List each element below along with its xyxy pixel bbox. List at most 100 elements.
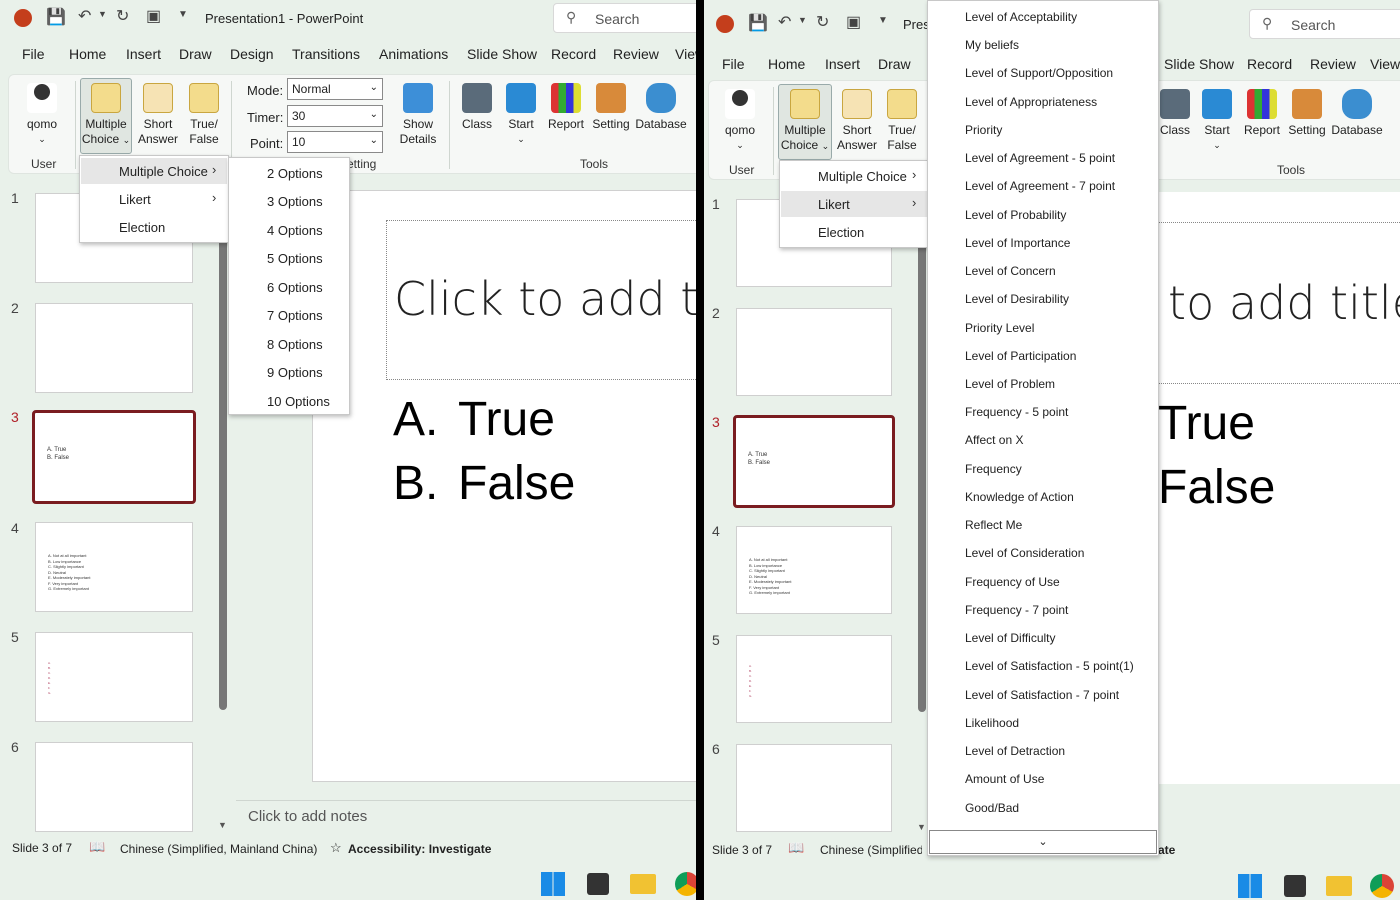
start-button[interactable]: Start ⌄	[1199, 89, 1235, 153]
menu-item-likert-scale[interactable]: Level of Satisfaction - 7 point	[965, 688, 1119, 702]
search-box[interactable]: ⚲ Search	[1249, 9, 1400, 39]
menu-item-multiple-choice[interactable]: Multiple Choice	[818, 169, 907, 184]
multiple-choice-button[interactable]: Multiple Choice ⌄	[778, 84, 832, 160]
menu-item-likert-scale[interactable]: Level of Satisfaction - 5 point(1)	[965, 659, 1134, 673]
menu-item-likert-scale[interactable]: Frequency - 5 point	[965, 405, 1068, 419]
thumbnail-scrollbar[interactable]	[219, 190, 227, 710]
start-button[interactable]: Start ⌄	[503, 83, 539, 147]
undo-dropdown-icon[interactable]: ▼	[798, 15, 807, 25]
spelling-icon[interactable]: 📖	[89, 839, 105, 855]
windows-start-icon[interactable]	[541, 872, 565, 896]
terminal-icon[interactable]	[1284, 875, 1306, 897]
present-icon[interactable]: ▣	[146, 6, 161, 26]
menu-item-option[interactable]: 3 Options	[267, 194, 323, 209]
tab-review[interactable]: Review	[613, 46, 659, 62]
menu-item-option[interactable]: 2 Options	[267, 166, 323, 181]
tab-record[interactable]: Record	[551, 46, 596, 62]
menu-item-likert-scale[interactable]: Level of Problem	[965, 377, 1055, 391]
windows-start-icon[interactable]	[1238, 874, 1262, 898]
tab-home[interactable]: Home	[69, 46, 106, 62]
mode-select[interactable]: Normal ⌄	[287, 78, 383, 100]
show-details-button[interactable]: Show Details	[393, 83, 443, 147]
true-false-button[interactable]: True/ False	[881, 89, 923, 153]
tab-insert[interactable]: Insert	[126, 46, 161, 62]
menu-item-likert-scale[interactable]: Level of Difficulty	[965, 631, 1056, 645]
chrome-icon[interactable]	[675, 872, 696, 896]
tab-draw[interactable]: Draw	[878, 56, 911, 72]
menu-item-option[interactable]: 8 Options	[267, 337, 323, 352]
slide-thumbnail-5[interactable]: A. B. C. D. E. F. G.	[35, 632, 193, 722]
customize-qat-icon[interactable]: ▼	[878, 15, 888, 26]
short-answer-button[interactable]: Short Answer	[835, 89, 879, 153]
menu-item-likert-scale[interactable]: Level of Desirability	[965, 292, 1069, 306]
menu-item-likert-scale[interactable]: Frequency of Use	[965, 575, 1060, 589]
menu-item-likert[interactable]: Likert	[119, 192, 151, 207]
slide-thumbnail-5[interactable]: A. B. C. D. E. F. G.	[736, 635, 892, 723]
menu-item-likert-scale[interactable]: My beliefs	[965, 38, 1019, 52]
slide-thumbnail-4[interactable]: A. Not at all important B. Low importanc…	[736, 526, 892, 614]
short-answer-button[interactable]: Short Answer	[136, 83, 180, 147]
tab-draw[interactable]: Draw	[179, 46, 212, 62]
point-select[interactable]: 10 ⌄	[287, 131, 383, 153]
slide-thumbnail-6[interactable]	[736, 744, 892, 832]
folder-icon[interactable]	[630, 874, 656, 894]
menu-item-election[interactable]: Election	[818, 225, 864, 240]
menu-item-multiple-choice[interactable]: Multiple Choice	[81, 158, 227, 184]
menu-item-likert-scale[interactable]: Amount of Use	[965, 772, 1044, 786]
undo-icon[interactable]: ↶	[778, 12, 791, 32]
slide-thumbnail-3[interactable]: A. True B. False	[733, 415, 895, 508]
save-icon[interactable]: 💾	[748, 13, 768, 33]
menu-item-option[interactable]: 9 Options	[267, 365, 323, 380]
thumbnail-scrollbar[interactable]	[918, 196, 926, 712]
menu-item-option[interactable]: 10 Options	[267, 394, 330, 409]
menu-item-likert-scale[interactable]: Reflect Me	[965, 518, 1022, 532]
menu-item-likert-scale[interactable]: Level of Agreement - 5 point	[965, 151, 1115, 165]
tab-record[interactable]: Record	[1247, 56, 1292, 72]
accessibility-icon[interactable]: ☆	[330, 840, 342, 856]
menu-item-likert-scale[interactable]: Level of Probability	[965, 208, 1066, 222]
slide-thumbnail-4[interactable]: A. Not at all important B. Low importanc…	[35, 522, 193, 612]
report-button[interactable]: Report	[1241, 89, 1283, 138]
report-button[interactable]: Report	[545, 83, 587, 132]
notes-placeholder[interactable]: Click to add notes	[248, 808, 367, 825]
slide-thumbnail-3[interactable]: A. True B. False	[32, 410, 196, 504]
menu-item-option[interactable]: 4 Options	[267, 223, 323, 238]
menu-item-option[interactable]: 7 Options	[267, 308, 323, 323]
menu-item-election[interactable]: Election	[119, 220, 165, 235]
tab-file[interactable]: File	[722, 56, 745, 72]
tab-view[interactable]: View	[675, 46, 696, 62]
menu-item-likert-scale[interactable]: Level of Importance	[965, 236, 1070, 250]
menu-item-likert-scale[interactable]: Level of Agreement - 7 point	[965, 179, 1115, 193]
slide-thumbnail-6[interactable]	[35, 742, 193, 832]
option-a-text[interactable]: True	[458, 392, 555, 447]
menu-item-likert-scale[interactable]: Level of Appropriateness	[965, 95, 1097, 109]
tab-animations[interactable]: Animations	[379, 46, 448, 62]
timer-select[interactable]: 30 ⌄	[287, 105, 383, 127]
accessibility-status[interactable]: Accessibility: Investigate	[348, 842, 491, 856]
scroll-down-icon[interactable]: ▼	[917, 822, 926, 832]
menu-item-likert-scale[interactable]: Likelihood	[965, 716, 1019, 730]
tab-view[interactable]: View	[1370, 56, 1400, 72]
menu-item-option[interactable]: 6 Options	[267, 280, 323, 295]
slide-thumbnail-2[interactable]	[736, 308, 892, 396]
menu-item-likert-scale[interactable]: Priority Level	[965, 321, 1034, 335]
tab-transitions[interactable]: Transitions	[292, 46, 360, 62]
menu-item-likert-scale[interactable]: Affect on X	[965, 433, 1023, 447]
terminal-icon[interactable]	[587, 873, 609, 895]
user-button[interactable]: qomo ⌄	[21, 83, 63, 147]
tab-home[interactable]: Home	[768, 56, 805, 72]
option-a-text[interactable]: True	[1158, 396, 1255, 451]
tab-review[interactable]: Review	[1310, 56, 1356, 72]
option-b-text[interactable]: False	[1158, 460, 1275, 515]
language-status[interactable]: Chinese (Simplified, Mainland China)	[820, 843, 922, 857]
spelling-icon[interactable]: 📖	[788, 840, 804, 856]
menu-item-likert-scale[interactable]: Level of Detraction	[965, 744, 1065, 758]
present-icon[interactable]: ▣	[846, 12, 861, 32]
folder-icon[interactable]	[1326, 876, 1352, 896]
menu-item-likert-scale[interactable]: Priority	[965, 123, 1002, 137]
menu-item-likert-scale[interactable]: Good/Bad	[965, 801, 1019, 815]
slide-thumbnail-2[interactable]	[35, 303, 193, 393]
menu-item-likert-scale[interactable]: Level of Acceptability	[965, 10, 1077, 24]
menu-item-likert[interactable]: Likert	[781, 191, 929, 217]
database-button[interactable]: Database	[1329, 89, 1385, 138]
